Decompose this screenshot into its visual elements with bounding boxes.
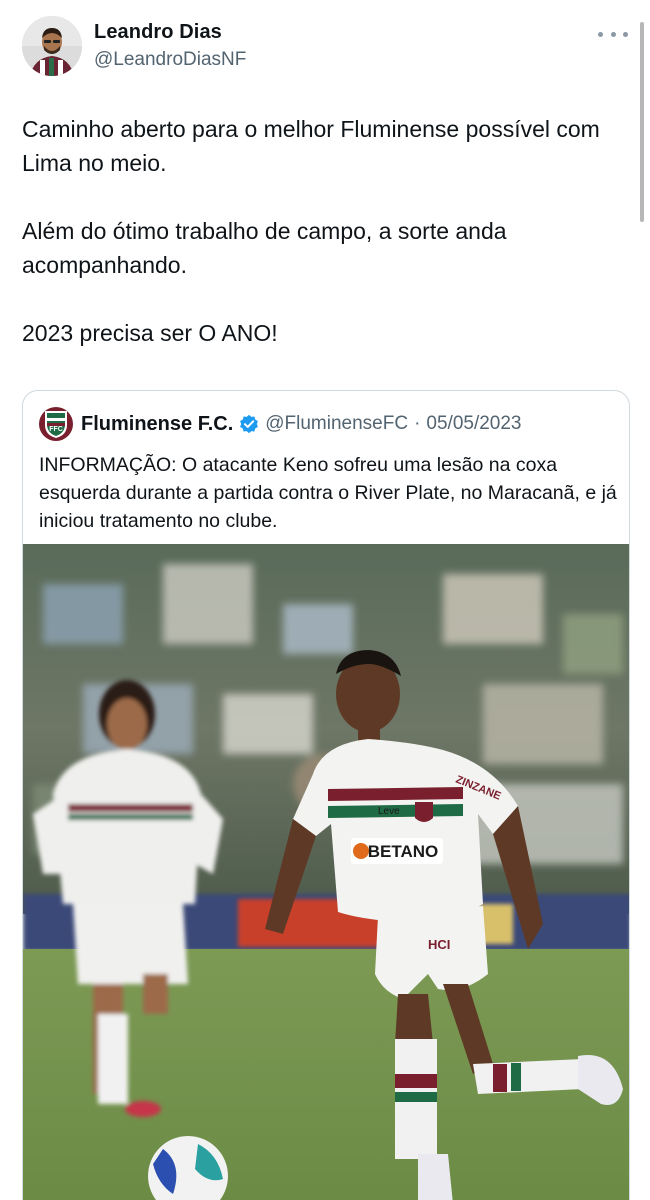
shorts-sponsor-text: HCI — [428, 937, 450, 952]
svg-text:FFC: FFC — [49, 426, 63, 433]
more-options-icon[interactable] — [598, 26, 628, 42]
verified-badge-icon — [240, 414, 259, 434]
page-scrollbar[interactable] — [640, 22, 644, 222]
quoted-tweet-photo[interactable]: BETANO ZINZANE Leve HCI — [23, 544, 629, 1200]
tweet-paragraph: Além do ótimo trabalho de campo, a sorte… — [22, 218, 507, 278]
tweet-body: Caminho aberto para o melhor Fluminense … — [22, 112, 622, 384]
author-handle[interactable]: @LeandroDiasNF — [94, 49, 246, 71]
dot-separator: · — [414, 413, 421, 434]
fluminense-crest-icon[interactable]: FFC — [39, 407, 73, 441]
quoted-author-handle[interactable]: @FluminenseFC — [265, 413, 408, 435]
tweet-paragraph: 2023 precisa ser O ANO! — [22, 320, 278, 346]
tweet-header: Leandro Dias @LeandroDiasNF — [22, 16, 632, 80]
shirt-sleeve-text: Leve — [378, 806, 400, 817]
quoted-tweet-header: FFC Fluminense F.C. @FluminenseFC · 05/0… — [39, 407, 522, 441]
quoted-tweet[interactable]: FFC Fluminense F.C. @FluminenseFC · 05/0… — [22, 390, 630, 1200]
tweet-paragraph: Caminho aberto para o melhor Fluminense … — [22, 116, 600, 176]
quoted-tweet-text: INFORMAÇÃO: O atacante Keno sofreu uma l… — [39, 454, 617, 532]
quoted-tweet-date[interactable]: 05/05/2023 — [426, 413, 521, 435]
quoted-author-name[interactable]: Fluminense F.C. — [81, 413, 233, 436]
author-name[interactable]: Leandro Dias — [94, 21, 222, 44]
author-avatar[interactable] — [22, 16, 82, 76]
shirt-sponsor-text: BETANO — [368, 842, 439, 861]
